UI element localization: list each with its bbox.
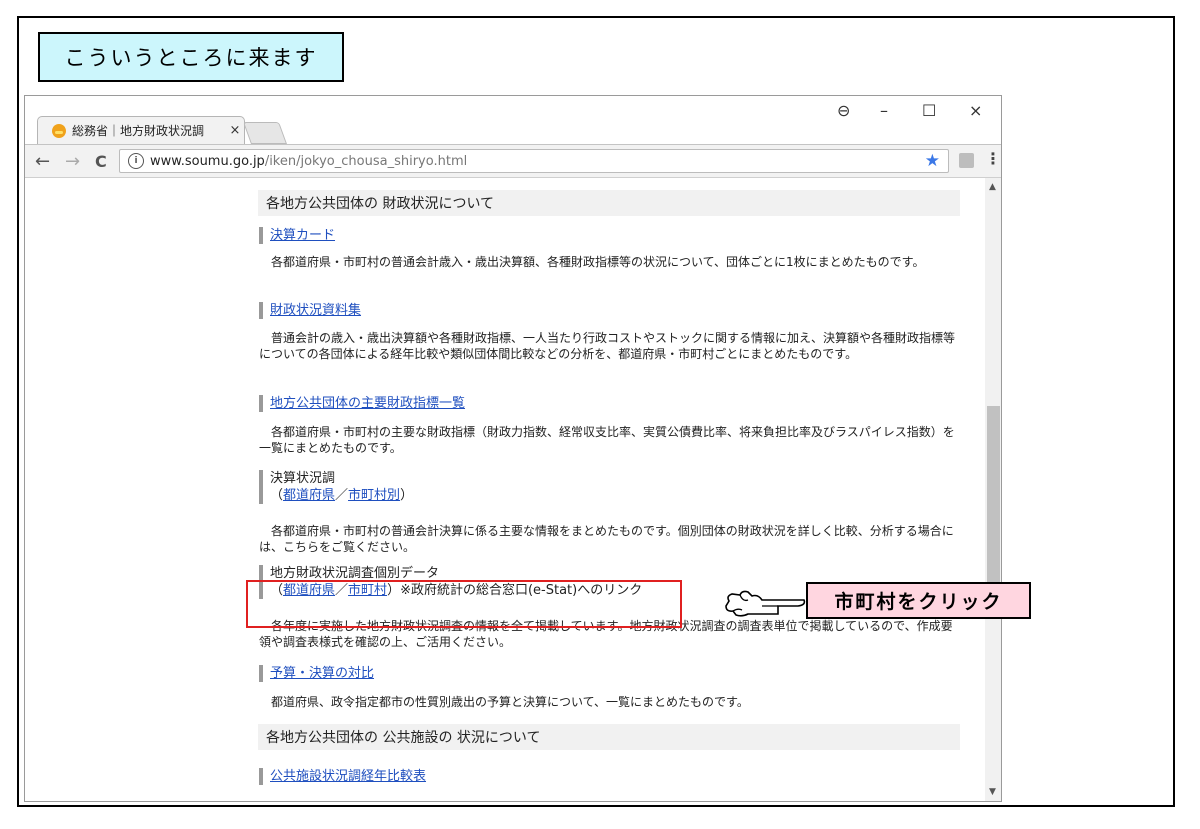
forward-button[interactable]: →	[65, 151, 80, 172]
item-description: 各都道府県・市町村の主要な財政指標（財政力指数、経常収支比率、実質公債費比率、将…	[259, 425, 955, 455]
close-window-button[interactable]: ×	[969, 101, 982, 121]
account-icon[interactable]: ⊖	[837, 101, 850, 121]
tab-title: 総務省｜地方財政状況調	[72, 124, 205, 138]
favicon-icon	[52, 123, 66, 138]
browser-window: 総務省｜地方財政状況調 × ⊖ – ☐ × ← → C i www.soumu.…	[24, 95, 1002, 802]
item-title: 決算状況調	[270, 471, 336, 486]
item-description: 各都道府県・市町村の普通会計歳入・歳出決算額、各種財政指標等の状況について、団体…	[271, 255, 925, 269]
scroll-thumb[interactable]	[987, 406, 1000, 606]
bookmark-star-icon[interactable]: ★	[925, 151, 940, 171]
reload-button[interactable]: C	[95, 152, 107, 171]
top-callout: こういうところに来ます	[38, 32, 344, 82]
item-heading: 決算状況調 （都道府県／市町村別）	[259, 470, 413, 504]
item-heading: 決算カード	[259, 227, 335, 244]
click-callout: 市町村をクリック	[806, 582, 1031, 619]
back-button[interactable]: ←	[35, 151, 50, 172]
item-title: 地方財政状況調査個別データ	[270, 566, 440, 581]
site-info-icon[interactable]: i	[128, 153, 144, 169]
highlight-box	[246, 580, 682, 628]
menu-icon[interactable]: ⋮	[985, 149, 1001, 168]
item-description: 普通会計の歳入・歳出決算額や各種財政指標、一人当たり行政コストやストックに関する…	[259, 331, 956, 361]
scroll-down-icon[interactable]: ▼	[989, 787, 996, 797]
tab-close-icon[interactable]: ×	[226, 123, 244, 138]
shichoson-betsu-link[interactable]: 市町村別	[348, 488, 400, 503]
minimize-button[interactable]: –	[880, 101, 888, 121]
scrollbar[interactable]: ▲ ▼	[985, 178, 1001, 801]
item-heading: 地方公共団体の主要財政指標一覧	[259, 395, 465, 412]
scroll-up-icon[interactable]: ▲	[989, 182, 996, 192]
item-heading: 公共施設状況調経年比較表	[259, 768, 426, 785]
zaisei-shiryo-link[interactable]: 財政状況資料集	[270, 303, 361, 318]
todofuken-link[interactable]: 都道府県	[283, 488, 335, 503]
browser-toolbar: ← → C i www.soumu.go.jp/iken/jokyo_chous…	[25, 144, 1001, 178]
maximize-button[interactable]: ☐	[922, 101, 936, 121]
item-description: 都道府県、政令指定都市の性質別歳出の予算と決算について、一覧にまとめたものです。	[271, 695, 749, 709]
title-bar: 総務省｜地方財政状況調 × ⊖ – ☐ ×	[25, 96, 1001, 144]
shuyo-shihyo-link[interactable]: 地方公共団体の主要財政指標一覧	[270, 396, 465, 411]
koukyou-shisetsu-link[interactable]: 公共施設状況調経年比較表	[270, 769, 426, 784]
browser-tab[interactable]: 総務省｜地方財政状況調 ×	[37, 116, 245, 144]
yosan-kessan-link[interactable]: 予算・決算の対比	[270, 666, 374, 681]
extension-icon[interactable]	[959, 153, 974, 168]
pointing-hand-icon	[725, 590, 806, 617]
section-heading-finance: 各地方公共団体の 財政状況について	[258, 190, 960, 216]
url-path: /iken/jokyo_chousa_shiryo.html	[264, 153, 468, 169]
url-host: www.soumu.go.jp	[150, 153, 265, 169]
new-tab-button[interactable]	[242, 122, 288, 144]
item-description: 各都道府県・市町村の普通会計決算に係る主要な情報をまとめたものです。個別団体の財…	[259, 524, 954, 554]
address-bar[interactable]: i www.soumu.go.jp/iken/jokyo_chousa_shir…	[119, 149, 949, 173]
page-content: 各地方公共団体の 財政状況について 決算カード 各都道府県・市町村の普通会計歳入…	[25, 178, 985, 801]
section-heading-facilities: 各地方公共団体の 公共施設の 状況について	[258, 724, 960, 750]
item-heading: 予算・決算の対比	[259, 665, 374, 682]
kessan-card-link[interactable]: 決算カード	[270, 228, 335, 243]
item-heading: 財政状況資料集	[259, 302, 361, 319]
